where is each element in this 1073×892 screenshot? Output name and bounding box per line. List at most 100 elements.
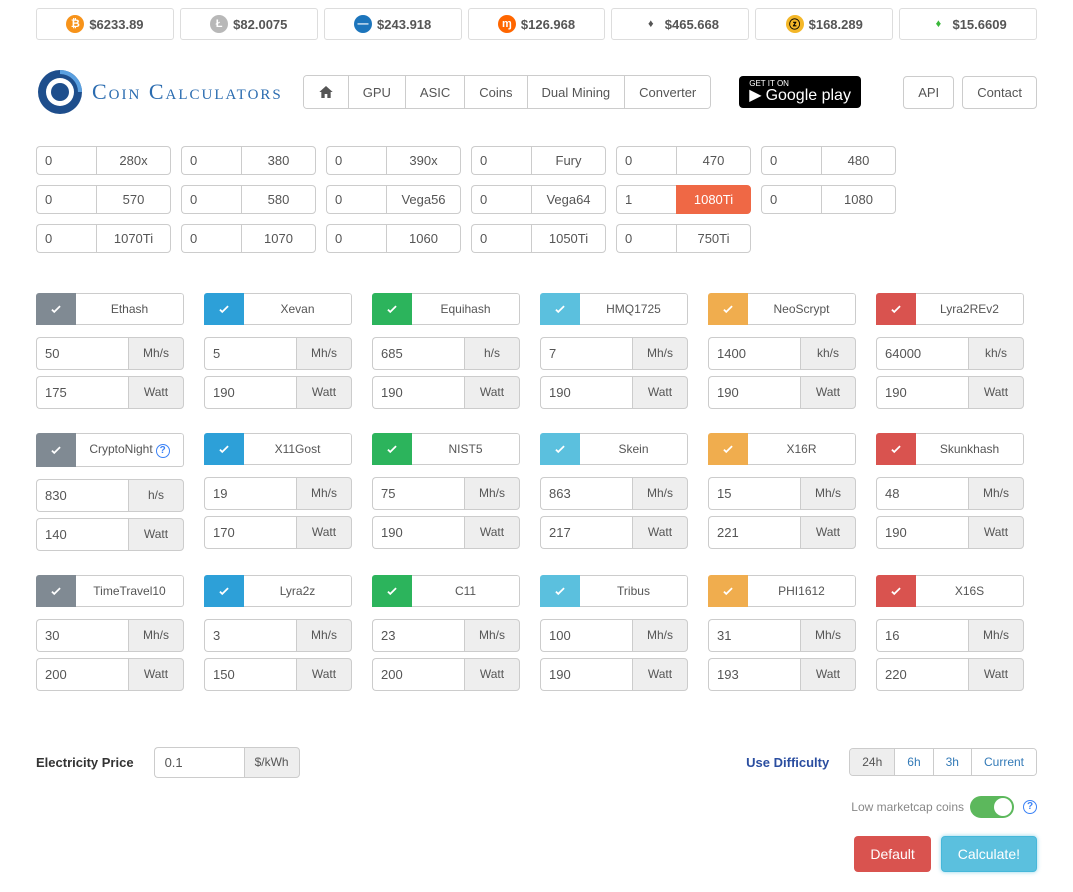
gpu-label-button[interactable]: Fury [531,146,606,175]
watt-input[interactable] [204,658,296,691]
gpu-qty-input[interactable] [471,185,531,214]
watt-input[interactable] [36,376,128,409]
default-button[interactable]: Default [854,836,930,872]
algo-toggle[interactable] [36,293,76,325]
gpu-label-button[interactable]: 380 [241,146,316,175]
gpu-qty-input[interactable] [326,146,386,175]
hashrate-input[interactable] [540,337,632,370]
hashrate-input[interactable] [372,619,464,652]
calculate-button[interactable]: Calculate! [941,836,1037,872]
watt-input[interactable] [540,516,632,549]
gpu-qty-input[interactable] [326,185,386,214]
gpu-qty-input[interactable] [616,185,676,214]
watt-input[interactable] [708,516,800,549]
electricity-price-input[interactable] [154,747,244,778]
nav-dual-mining[interactable]: Dual Mining [528,76,626,108]
algo-toggle[interactable] [876,293,916,325]
gpu-qty-input[interactable] [36,224,96,253]
hashrate-input[interactable] [372,337,464,370]
hashrate-input[interactable] [372,477,464,510]
algo-toggle[interactable] [708,433,748,465]
watt-input[interactable] [876,658,968,691]
ticker-btc[interactable]: ₿$6233.89 [36,8,174,40]
gpu-label-button[interactable]: 1080Ti [676,185,751,214]
logo[interactable]: Coin Calculators [36,68,283,116]
algo-toggle[interactable] [708,575,748,607]
algo-toggle[interactable] [540,575,580,607]
watt-input[interactable] [876,376,968,409]
watt-input[interactable] [708,376,800,409]
algo-toggle[interactable] [204,433,244,465]
watt-input[interactable] [36,518,128,551]
gpu-label-button[interactable]: 1050Ti [531,224,606,253]
hashrate-input[interactable] [36,337,128,370]
difficulty-current[interactable]: Current [972,749,1036,775]
gpu-qty-input[interactable] [761,146,821,175]
gpu-label-button[interactable]: 1060 [386,224,461,253]
gpu-label-button[interactable]: 480 [821,146,896,175]
watt-input[interactable] [372,516,464,549]
gpu-label-button[interactable]: Vega64 [531,185,606,214]
algo-toggle[interactable] [204,575,244,607]
hashrate-input[interactable] [708,337,800,370]
ticker-etc[interactable]: ♦$15.6609 [899,8,1037,40]
ticker-zec[interactable]: ⓩ$168.289 [755,8,893,40]
gpu-qty-input[interactable] [181,224,241,253]
algo-toggle[interactable] [876,433,916,465]
algo-toggle[interactable] [540,433,580,465]
hashrate-input[interactable] [204,337,296,370]
nav-converter[interactable]: Converter [625,76,710,108]
hashrate-input[interactable] [876,477,968,510]
gpu-label-button[interactable]: 580 [241,185,316,214]
algo-toggle[interactable] [540,293,580,325]
nav-home[interactable] [304,76,349,108]
gpu-qty-input[interactable] [181,146,241,175]
gpu-label-button[interactable]: 280x [96,146,171,175]
google-play-badge[interactable]: GET IT ON ▶Google play [739,76,861,108]
gpu-label-button[interactable]: 1070Ti [96,224,171,253]
watt-input[interactable] [36,658,128,691]
ticker-dash[interactable]: —$243.918 [324,8,462,40]
gpu-label-button[interactable]: 470 [676,146,751,175]
watt-input[interactable] [876,516,968,549]
algo-toggle[interactable] [372,293,412,325]
algo-toggle[interactable] [36,433,76,467]
contact-button[interactable]: Contact [962,76,1037,109]
gpu-qty-input[interactable] [326,224,386,253]
algo-toggle[interactable] [876,575,916,607]
watt-input[interactable] [204,376,296,409]
nav-gpu[interactable]: GPU [349,76,406,108]
watt-input[interactable] [204,516,296,549]
ticker-ltc[interactable]: Ł$82.0075 [180,8,318,40]
watt-input[interactable] [540,658,632,691]
difficulty-24h[interactable]: 24h [850,749,895,775]
gpu-qty-input[interactable] [616,224,676,253]
ticker-eth[interactable]: ♦$465.668 [611,8,749,40]
watt-input[interactable] [372,658,464,691]
gpu-label-button[interactable]: Vega56 [386,185,461,214]
hashrate-input[interactable] [708,477,800,510]
algo-toggle[interactable] [372,433,412,465]
help-icon[interactable]: ? [156,444,170,458]
gpu-label-button[interactable]: 750Ti [676,224,751,253]
nav-asic[interactable]: ASIC [406,76,465,108]
watt-input[interactable] [540,376,632,409]
gpu-label-button[interactable]: 570 [96,185,171,214]
ticker-xmr[interactable]: ɱ$126.968 [468,8,606,40]
api-button[interactable]: API [903,76,954,109]
gpu-label-button[interactable]: 390x [386,146,461,175]
difficulty-6h[interactable]: 6h [895,749,933,775]
hashrate-input[interactable] [36,479,128,512]
hashrate-input[interactable] [876,619,968,652]
gpu-label-button[interactable]: 1080 [821,185,896,214]
hashrate-input[interactable] [876,337,968,370]
gpu-qty-input[interactable] [36,146,96,175]
algo-toggle[interactable] [204,293,244,325]
watt-input[interactable] [708,658,800,691]
low-marketcap-toggle[interactable] [970,796,1014,818]
gpu-qty-input[interactable] [36,185,96,214]
gpu-qty-input[interactable] [471,146,531,175]
algo-toggle[interactable] [36,575,76,607]
gpu-qty-input[interactable] [181,185,241,214]
algo-toggle[interactable] [372,575,412,607]
